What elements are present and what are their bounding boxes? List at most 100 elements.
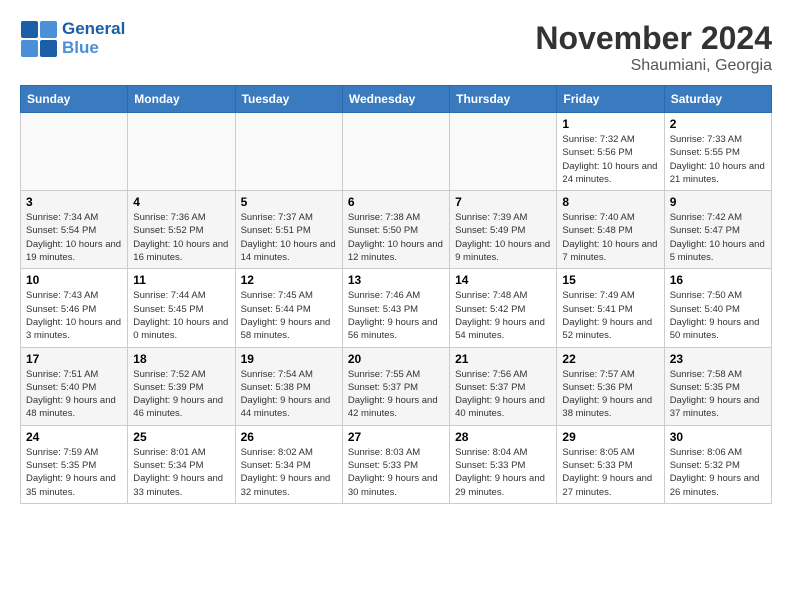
day-info: Sunrise: 7:32 AMSunset: 5:56 PMDaylight:… (562, 133, 658, 186)
day-number: 24 (26, 430, 122, 444)
day-number: 7 (455, 195, 551, 209)
day-number: 1 (562, 117, 658, 131)
page-header: General Blue November 2024 Shaumiani, Ge… (20, 20, 772, 75)
weekday-header: Saturday (664, 86, 771, 113)
calendar-cell: 6 Sunrise: 7:38 AMSunset: 5:50 PMDaylight… (342, 191, 449, 269)
calendar-cell: 28 Sunrise: 8:04 AMSunset: 5:33 PMDayligh… (450, 425, 557, 503)
day-number: 30 (670, 430, 766, 444)
day-number: 6 (348, 195, 444, 209)
day-number: 13 (348, 273, 444, 287)
calendar-cell: 22 Sunrise: 7:57 AMSunset: 5:36 PMDayligh… (557, 347, 664, 425)
day-info: Sunrise: 8:06 AMSunset: 5:32 PMDaylight:… (670, 446, 766, 499)
day-info: Sunrise: 7:54 AMSunset: 5:38 PMDaylight:… (241, 368, 337, 421)
calendar-cell: 27 Sunrise: 8:03 AMSunset: 5:33 PMDayligh… (342, 425, 449, 503)
day-info: Sunrise: 7:46 AMSunset: 5:43 PMDaylight:… (348, 289, 444, 342)
calendar-cell: 7 Sunrise: 7:39 AMSunset: 5:49 PMDaylight… (450, 191, 557, 269)
day-info: Sunrise: 7:45 AMSunset: 5:44 PMDaylight:… (241, 289, 337, 342)
calendar-cell: 30 Sunrise: 8:06 AMSunset: 5:32 PMDayligh… (664, 425, 771, 503)
day-number: 2 (670, 117, 766, 131)
calendar-cell (128, 113, 235, 191)
logo: General Blue (20, 20, 125, 58)
day-info: Sunrise: 8:05 AMSunset: 5:33 PMDaylight:… (562, 446, 658, 499)
day-info: Sunrise: 7:49 AMSunset: 5:41 PMDaylight:… (562, 289, 658, 342)
weekday-header: Friday (557, 86, 664, 113)
day-info: Sunrise: 8:04 AMSunset: 5:33 PMDaylight:… (455, 446, 551, 499)
day-info: Sunrise: 7:42 AMSunset: 5:47 PMDaylight:… (670, 211, 766, 264)
day-info: Sunrise: 7:40 AMSunset: 5:48 PMDaylight:… (562, 211, 658, 264)
day-number: 15 (562, 273, 658, 287)
day-info: Sunrise: 7:58 AMSunset: 5:35 PMDaylight:… (670, 368, 766, 421)
day-number: 17 (26, 352, 122, 366)
day-info: Sunrise: 7:55 AMSunset: 5:37 PMDaylight:… (348, 368, 444, 421)
calendar-week-row: 1 Sunrise: 7:32 AMSunset: 5:56 PMDaylight… (21, 113, 772, 191)
calendar-cell: 9 Sunrise: 7:42 AMSunset: 5:47 PMDaylight… (664, 191, 771, 269)
month-title: November 2024 (535, 20, 772, 57)
day-number: 11 (133, 273, 229, 287)
location: Shaumiani, Georgia (535, 57, 772, 75)
calendar-week-row: 24 Sunrise: 7:59 AMSunset: 5:35 PMDayligh… (21, 425, 772, 503)
day-info: Sunrise: 7:39 AMSunset: 5:49 PMDaylight:… (455, 211, 551, 264)
day-info: Sunrise: 7:43 AMSunset: 5:46 PMDaylight:… (26, 289, 122, 342)
day-info: Sunrise: 8:03 AMSunset: 5:33 PMDaylight:… (348, 446, 444, 499)
calendar-cell: 12 Sunrise: 7:45 AMSunset: 5:44 PMDayligh… (235, 269, 342, 347)
day-number: 29 (562, 430, 658, 444)
calendar-cell: 4Sunrise: 7:36 AMSunset: 5:52 PMDaylight… (128, 191, 235, 269)
calendar-cell (21, 113, 128, 191)
calendar-cell (235, 113, 342, 191)
day-number: 9 (670, 195, 766, 209)
calendar-cell: 17 Sunrise: 7:51 AMSunset: 5:40 PMDayligh… (21, 347, 128, 425)
calendar-week-row: 10 Sunrise: 7:43 AMSunset: 5:46 PMDayligh… (21, 269, 772, 347)
calendar-cell: 13 Sunrise: 7:46 AMSunset: 5:43 PMDayligh… (342, 269, 449, 347)
calendar-cell (450, 113, 557, 191)
day-info: Sunrise: 7:37 AMSunset: 5:51 PMDaylight:… (241, 211, 337, 264)
calendar-cell: 16Sunrise: 7:50 AMSunset: 5:40 PMDayligh… (664, 269, 771, 347)
calendar-cell: 10 Sunrise: 7:43 AMSunset: 5:46 PMDayligh… (21, 269, 128, 347)
calendar-cell: 3Sunrise: 7:34 AMSunset: 5:54 PMDaylight… (21, 191, 128, 269)
calendar-cell: 18 Sunrise: 7:52 AMSunset: 5:39 PMDayligh… (128, 347, 235, 425)
day-info: Sunrise: 7:57 AMSunset: 5:36 PMDaylight:… (562, 368, 658, 421)
day-number: 21 (455, 352, 551, 366)
calendar-cell: 21Sunrise: 7:56 AMSunset: 5:37 PMDayligh… (450, 347, 557, 425)
day-number: 10 (26, 273, 122, 287)
day-number: 18 (133, 352, 229, 366)
calendar-cell (342, 113, 449, 191)
calendar-header-row: SundayMondayTuesdayWednesdayThursdayFrid… (21, 86, 772, 113)
day-info: Sunrise: 8:01 AMSunset: 5:34 PMDaylight:… (133, 446, 229, 499)
calendar-cell: 8 Sunrise: 7:40 AMSunset: 5:48 PMDaylight… (557, 191, 664, 269)
day-number: 25 (133, 430, 229, 444)
calendar-cell: 26Sunrise: 8:02 AMSunset: 5:34 PMDayligh… (235, 425, 342, 503)
title-block: November 2024 Shaumiani, Georgia (535, 20, 772, 75)
calendar-cell: 19 Sunrise: 7:54 AMSunset: 5:38 PMDayligh… (235, 347, 342, 425)
calendar-cell: 23 Sunrise: 7:58 AMSunset: 5:35 PMDayligh… (664, 347, 771, 425)
day-info: Sunrise: 7:44 AMSunset: 5:45 PMDaylight:… (133, 289, 229, 342)
day-number: 19 (241, 352, 337, 366)
calendar-cell: 5 Sunrise: 7:37 AMSunset: 5:51 PMDaylight… (235, 191, 342, 269)
weekday-header: Wednesday (342, 86, 449, 113)
day-info: Sunrise: 7:52 AMSunset: 5:39 PMDaylight:… (133, 368, 229, 421)
calendar-cell: 15 Sunrise: 7:49 AMSunset: 5:41 PMDayligh… (557, 269, 664, 347)
calendar-table: SundayMondayTuesdayWednesdayThursdayFrid… (20, 85, 772, 504)
day-number: 16 (670, 273, 766, 287)
day-number: 5 (241, 195, 337, 209)
weekday-header: Thursday (450, 86, 557, 113)
day-number: 23 (670, 352, 766, 366)
calendar-cell: 20 Sunrise: 7:55 AMSunset: 5:37 PMDayligh… (342, 347, 449, 425)
day-number: 22 (562, 352, 658, 366)
day-number: 14 (455, 273, 551, 287)
day-number: 20 (348, 352, 444, 366)
day-info: Sunrise: 7:38 AMSunset: 5:50 PMDaylight:… (348, 211, 444, 264)
day-number: 12 (241, 273, 337, 287)
day-number: 27 (348, 430, 444, 444)
day-number: 8 (562, 195, 658, 209)
day-info: Sunrise: 7:48 AMSunset: 5:42 PMDaylight:… (455, 289, 551, 342)
day-info: Sunrise: 7:51 AMSunset: 5:40 PMDaylight:… (26, 368, 122, 421)
day-number: 28 (455, 430, 551, 444)
weekday-header: Monday (128, 86, 235, 113)
day-info: Sunrise: 7:34 AMSunset: 5:54 PMDaylight:… (26, 211, 122, 264)
calendar-week-row: 3Sunrise: 7:34 AMSunset: 5:54 PMDaylight… (21, 191, 772, 269)
day-info: Sunrise: 7:59 AMSunset: 5:35 PMDaylight:… (26, 446, 122, 499)
day-number: 26 (241, 430, 337, 444)
calendar-week-row: 17 Sunrise: 7:51 AMSunset: 5:40 PMDayligh… (21, 347, 772, 425)
calendar-cell: 1 Sunrise: 7:32 AMSunset: 5:56 PMDaylight… (557, 113, 664, 191)
calendar-cell: 24 Sunrise: 7:59 AMSunset: 5:35 PMDayligh… (21, 425, 128, 503)
